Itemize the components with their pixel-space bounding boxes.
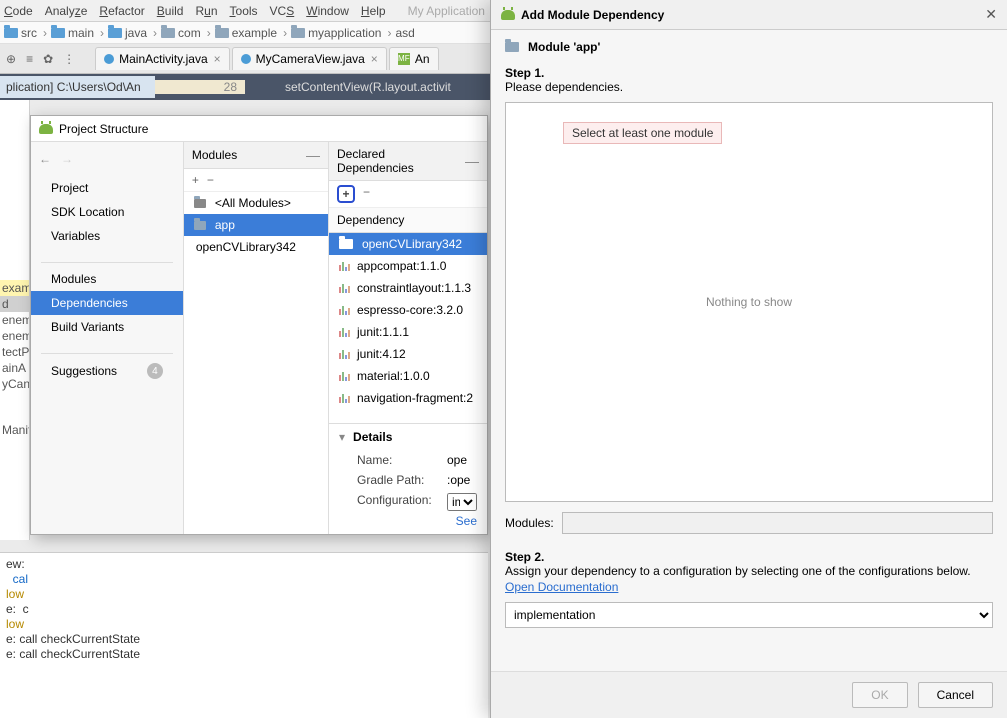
close-button[interactable]: ✕	[985, 6, 997, 23]
menu-run[interactable]: Run	[195, 4, 217, 18]
collapse-icon[interactable]: —	[306, 147, 320, 163]
add-module-dependency-dialog: Add Module Dependency ✕ Module 'app' Ste…	[490, 0, 1007, 718]
open-documentation-link[interactable]: Open Documentation	[505, 580, 993, 594]
tab-manifest[interactable]: MFAn	[389, 47, 439, 70]
library-icon	[339, 283, 351, 293]
nav-variables[interactable]: Variables	[31, 224, 183, 248]
cancel-button[interactable]: Cancel	[918, 682, 993, 708]
see-link[interactable]: See	[339, 514, 477, 528]
modules-label: Modules:	[505, 516, 554, 530]
configuration-select[interactable]: implementation	[505, 602, 993, 628]
menu-vcs[interactable]: VCS	[270, 4, 295, 18]
menu-refactor[interactable]: Refactor	[99, 4, 144, 18]
nav-back-icon[interactable]: ←	[39, 152, 51, 166]
nav-build-variants[interactable]: Build Variants	[31, 315, 183, 339]
folder-icon	[505, 42, 519, 52]
library-icon	[339, 261, 351, 271]
dep-constraint[interactable]: constraintlayout:1.1.3	[329, 277, 487, 299]
module-list[interactable]: Nothing to show	[505, 102, 993, 502]
dialog-title: Add Module Dependency	[521, 8, 664, 22]
line-number: 28	[155, 80, 245, 94]
menu-analyze[interactable]: Analyze	[45, 4, 88, 18]
structure-gutter: exam d enem enem tectP ainA yCan Manif	[0, 100, 30, 540]
step1-text: Please dependencies.	[505, 80, 993, 94]
nav-suggestions[interactable]: Suggestions 4	[31, 358, 183, 384]
ok-button[interactable]: OK	[852, 682, 907, 708]
modules-input[interactable]	[562, 512, 993, 534]
close-icon[interactable]: ×	[371, 52, 378, 66]
code-line: setContentView(R.layout.activit	[245, 80, 451, 94]
folder-icon	[194, 221, 206, 230]
menu-tools[interactable]: Tools	[230, 4, 258, 18]
config-select[interactable]: im	[447, 493, 477, 511]
menu-code[interactable]: Code	[4, 4, 33, 18]
details-panel: ▾Details Name:ope Gradle Path::ope Confi…	[329, 423, 487, 534]
collapse-icon[interactable]: —	[465, 153, 479, 169]
dep-appcompat[interactable]: appcompat:1.1.0	[329, 255, 487, 277]
console: ew: cal low e: c low e: call checkCurren…	[0, 552, 488, 718]
tool-settings-icon[interactable]: ✿	[43, 52, 53, 66]
dep-navigation[interactable]: navigation-fragment:2	[329, 387, 487, 409]
step1-label: Step 1.	[505, 66, 993, 80]
android-icon	[501, 10, 515, 20]
remove-dependency-button[interactable]: −	[363, 185, 370, 203]
crumb-com[interactable]: com	[161, 26, 201, 40]
editor-path: plication] C:\Users\Od\An	[0, 76, 155, 98]
close-icon[interactable]: ×	[214, 52, 221, 66]
modules-panel: Modules— + − <All Modules> app openCVLib…	[184, 142, 329, 534]
ps-nav: ← → Project SDK Location Variables Modul…	[31, 142, 184, 534]
dep-espresso[interactable]: espresso-core:3.2.0	[329, 299, 487, 321]
nav-project[interactable]: Project	[31, 176, 183, 200]
modules-icon	[194, 199, 206, 208]
menu-help[interactable]: Help	[361, 4, 386, 18]
project-structure-dialog: Project Structure ← → Project SDK Locati…	[30, 115, 488, 535]
library-icon	[339, 371, 351, 381]
module-name: Module 'app'	[528, 40, 600, 54]
dep-opencv[interactable]: openCVLibrary342	[329, 233, 487, 255]
crumb-src[interactable]: src	[4, 26, 37, 40]
library-icon	[339, 349, 351, 359]
folder-icon	[339, 239, 353, 249]
step2-label: Step 2.	[505, 550, 993, 564]
expand-icon[interactable]: ▾	[339, 430, 345, 444]
tool-more-icon[interactable]: ⋮	[63, 52, 75, 66]
menu-window[interactable]: Window	[306, 4, 349, 18]
library-icon	[339, 305, 351, 315]
remove-module-icon[interactable]: −	[207, 173, 214, 187]
step2-text: Assign your dependency to a configuratio…	[505, 564, 993, 578]
dependencies-panel: Declared Dependencies— + − Dependency op…	[329, 142, 487, 534]
module-opencv[interactable]: openCVLibrary342	[184, 236, 328, 258]
crumb-asd[interactable]: asd	[395, 26, 414, 40]
nav-forward-icon: →	[61, 152, 73, 166]
module-app[interactable]: app	[184, 214, 328, 236]
dep-junit1[interactable]: junit:1.1.1	[329, 321, 487, 343]
add-dependency-button[interactable]: +	[337, 185, 355, 203]
crumb-app[interactable]: myapplication	[291, 26, 381, 40]
tool-icon-1[interactable]: ⊕	[6, 52, 16, 66]
tool-icon-2[interactable]: ≡	[26, 52, 33, 66]
tab-mycameraview[interactable]: MyCameraView.java×	[232, 47, 387, 70]
crumb-java[interactable]: java	[108, 26, 147, 40]
dialog-title: Project Structure	[31, 116, 487, 142]
suggestions-badge: 4	[147, 363, 163, 379]
menu-build[interactable]: Build	[157, 4, 184, 18]
crumb-main[interactable]: main	[51, 26, 94, 40]
tab-mainactivity[interactable]: MainActivity.java×	[95, 47, 230, 70]
validation-tooltip: Select at least one module	[563, 122, 722, 144]
module-all[interactable]: <All Modules>	[184, 192, 328, 214]
nav-modules[interactable]: Modules	[31, 267, 183, 291]
library-icon	[339, 393, 351, 403]
dep-material[interactable]: material:1.0.0	[329, 365, 487, 387]
crumb-example[interactable]: example	[215, 26, 277, 40]
nav-sdk[interactable]: SDK Location	[31, 200, 183, 224]
library-icon	[339, 327, 351, 337]
project-name: My Application	[408, 4, 485, 18]
dep-junit4[interactable]: junit:4.12	[329, 343, 487, 365]
android-icon	[39, 124, 53, 134]
nav-dependencies[interactable]: Dependencies	[31, 291, 183, 315]
add-module-icon[interactable]: +	[192, 173, 199, 187]
